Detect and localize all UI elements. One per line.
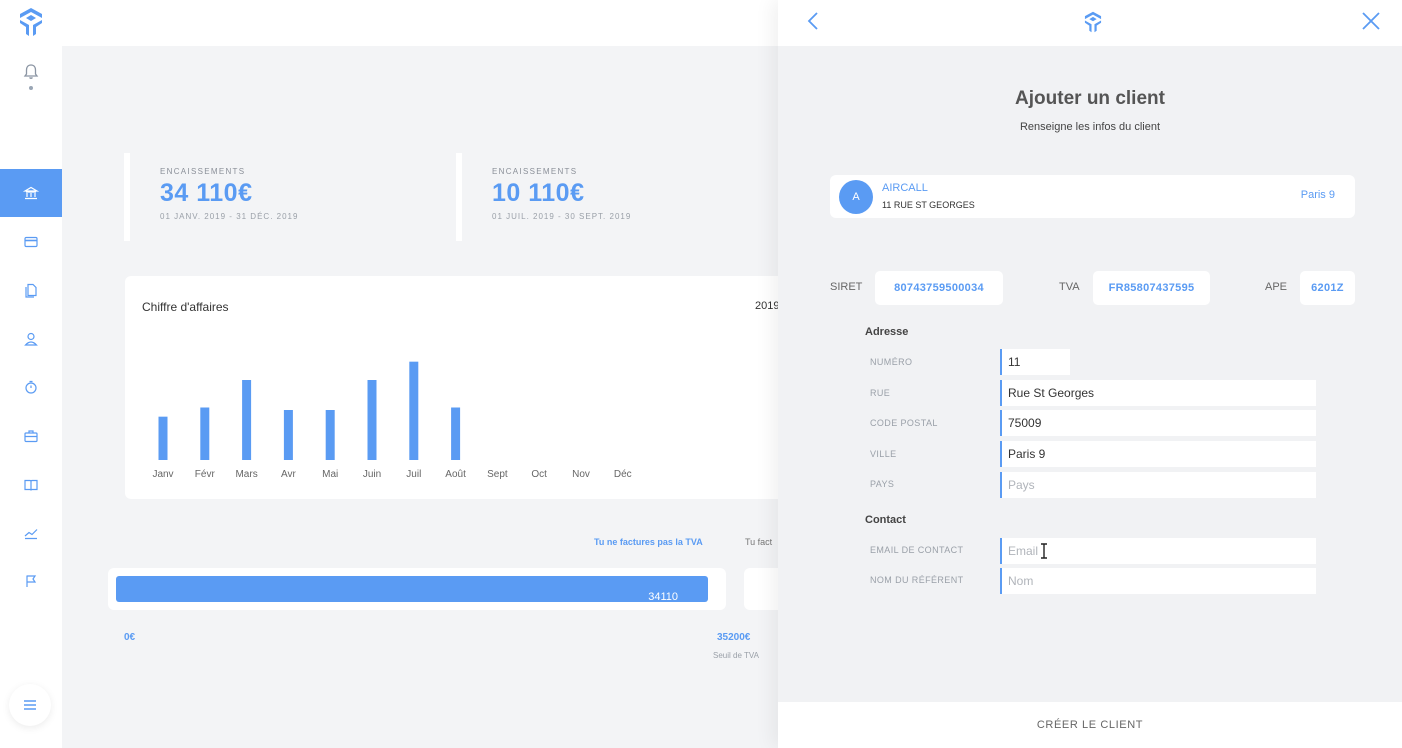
secondary-progress-card	[744, 568, 778, 610]
numero-label: NUMÉRO	[870, 357, 913, 367]
kpi-label: ENCAISSEMENTS	[492, 167, 578, 176]
ville-input[interactable]: Paris 9	[1000, 441, 1316, 467]
top-bar	[62, 0, 778, 46]
revenue-chart-card: Chiffre d'affaires 2019 Janv Févr Mars Avr M…	[125, 276, 779, 499]
chart-tick-label: Nov	[572, 469, 590, 480]
code-postal-input[interactable]: 75009	[1000, 410, 1316, 436]
kpi-period: 01 JUIL. 2019 - 30 SEPT. 2019	[492, 212, 632, 221]
notification-dot	[29, 86, 33, 90]
brand-logo-icon	[1084, 11, 1102, 33]
text-cursor-icon	[1041, 543, 1047, 559]
code-postal-label: CODE POSTAL	[870, 418, 938, 428]
client-name: AIRCALL	[882, 182, 928, 194]
documents-icon	[25, 283, 37, 298]
trend-icon	[24, 529, 38, 540]
chart-tick-label: Août	[445, 469, 466, 480]
menu-icon	[24, 700, 36, 710]
briefcase-icon	[24, 430, 38, 443]
numero-input[interactable]: 11	[1000, 349, 1070, 375]
sidebar-item-stats[interactable]	[0, 509, 62, 557]
brand-logo-icon[interactable]	[16, 6, 46, 38]
progress-bar-fill: 34110	[116, 576, 708, 603]
chart-bar-janv[interactable]	[158, 416, 168, 460]
sidebar	[0, 0, 62, 748]
scale-min-label: 0€	[124, 632, 136, 643]
pays-input[interactable]: Pays	[1000, 472, 1316, 498]
tva-status-link[interactable]: Tu ne factures pas la TVA	[594, 537, 703, 547]
siret-field[interactable]: 80743759500034	[875, 271, 1003, 305]
chart-bar-mai[interactable]	[325, 410, 335, 460]
tva-status-label-cut: Tu fact	[745, 537, 773, 547]
chart-tick-label: Avr	[281, 469, 296, 480]
ape-field[interactable]: 6201Z	[1300, 271, 1355, 305]
contact-section-title: Contact	[865, 514, 906, 526]
chart-tick-label: Oct	[531, 469, 547, 480]
progress-value: 34110	[648, 591, 678, 603]
referent-name-field[interactable]: Nom	[1000, 568, 1316, 594]
rue-input[interactable]: Rue St Georges	[1000, 380, 1316, 406]
kpi-period: 01 JANV. 2019 - 31 DÉC. 2019	[160, 212, 299, 221]
chart-tick-label: Juin	[363, 469, 381, 480]
bank-icon	[23, 186, 39, 200]
panel-header	[778, 0, 1402, 46]
email-label: EMAIL DE CONTACT	[870, 545, 964, 555]
chart-tick-label: Févr	[195, 469, 216, 480]
sidebar-item-time[interactable]	[0, 363, 62, 411]
sidebar-item-users[interactable]	[0, 315, 62, 363]
chart-tick-label: Mai	[322, 469, 338, 480]
sidebar-item-briefcase[interactable]	[0, 412, 62, 460]
kpi-card-quarter: ENCAISSEMENTS 10 110€ 01 JUIL. 2019 - 30…	[456, 153, 778, 241]
tva-field[interactable]: FR85807437595	[1093, 271, 1210, 305]
tva-label: TVA	[1059, 281, 1080, 293]
close-icon[interactable]	[1360, 10, 1382, 32]
client-address: 11 RUE ST GEORGES	[882, 200, 975, 210]
kpi-value: 10 110€	[492, 179, 585, 207]
sidebar-item-book[interactable]	[0, 461, 62, 509]
client-search-result[interactable]: A AIRCALL 11 RUE ST GEORGES Paris 9	[830, 175, 1355, 218]
revenue-bar-chart: Janv Févr Mars Avr Mai Juin Juil Août Sept Oct Nov…	[152, 361, 632, 480]
chart-tick-label: Déc	[614, 469, 632, 480]
ape-label: APE	[1265, 281, 1288, 293]
rue-label: RUE	[870, 388, 891, 398]
chart-bar-févr[interactable]	[200, 407, 210, 461]
card-icon	[24, 236, 38, 248]
user-icon	[24, 332, 38, 346]
address-section-title: Adresse	[865, 326, 909, 338]
panel-title: Ajouter un client	[1015, 88, 1165, 109]
chart-tick-label: Sept	[487, 469, 508, 480]
sidebar-item-bank[interactable]	[0, 169, 62, 217]
panel-subtitle: Renseigne les infos du client	[1019, 121, 1161, 133]
kpi-label: ENCAISSEMENTS	[160, 167, 246, 176]
kpi-value: 34 110€	[160, 179, 253, 207]
menu-button[interactable]	[9, 684, 51, 726]
stopwatch-icon	[25, 380, 37, 394]
chart-tick-label: Mars	[235, 469, 257, 480]
sidebar-item-flag[interactable]	[0, 557, 62, 605]
pays-label: PAYS	[870, 479, 895, 489]
bell-icon[interactable]	[22, 63, 40, 81]
siret-label: SIRET	[830, 281, 863, 293]
create-client-button[interactable]: CRÉER LE CLIENT	[778, 702, 1402, 748]
sidebar-item-documents[interactable]	[0, 266, 62, 314]
add-client-panel: Ajouter un client Renseigne les infos du…	[778, 0, 1402, 748]
chart-bar-mars[interactable]	[242, 380, 252, 460]
referent-label: NOM DU RÉFÉRENT	[870, 575, 964, 585]
chart-bar-juil[interactable]	[409, 361, 419, 460]
chart-bar-avr[interactable]	[283, 410, 293, 460]
ville-label: VILLE	[870, 449, 897, 459]
chart-tick-label: Juil	[406, 469, 421, 480]
chart-bar-août[interactable]	[451, 407, 461, 461]
book-icon	[24, 479, 38, 491]
tva-threshold-progress: 34110	[108, 568, 726, 610]
flag-icon	[26, 575, 37, 587]
client-city: Paris 9	[1300, 189, 1335, 201]
chart-tick-label: Janv	[152, 469, 173, 480]
back-arrow-icon[interactable]	[804, 10, 824, 32]
avatar: A	[839, 180, 873, 214]
scale-max-label: 35200€	[717, 632, 751, 643]
chart-bar-juin[interactable]	[367, 380, 377, 460]
kpi-card-year: ENCAISSEMENTS 34 110€ 01 JANV. 2019 - 31…	[124, 153, 434, 241]
sidebar-item-cards[interactable]	[0, 218, 62, 266]
scale-note: Seuil de TVA	[713, 651, 759, 660]
